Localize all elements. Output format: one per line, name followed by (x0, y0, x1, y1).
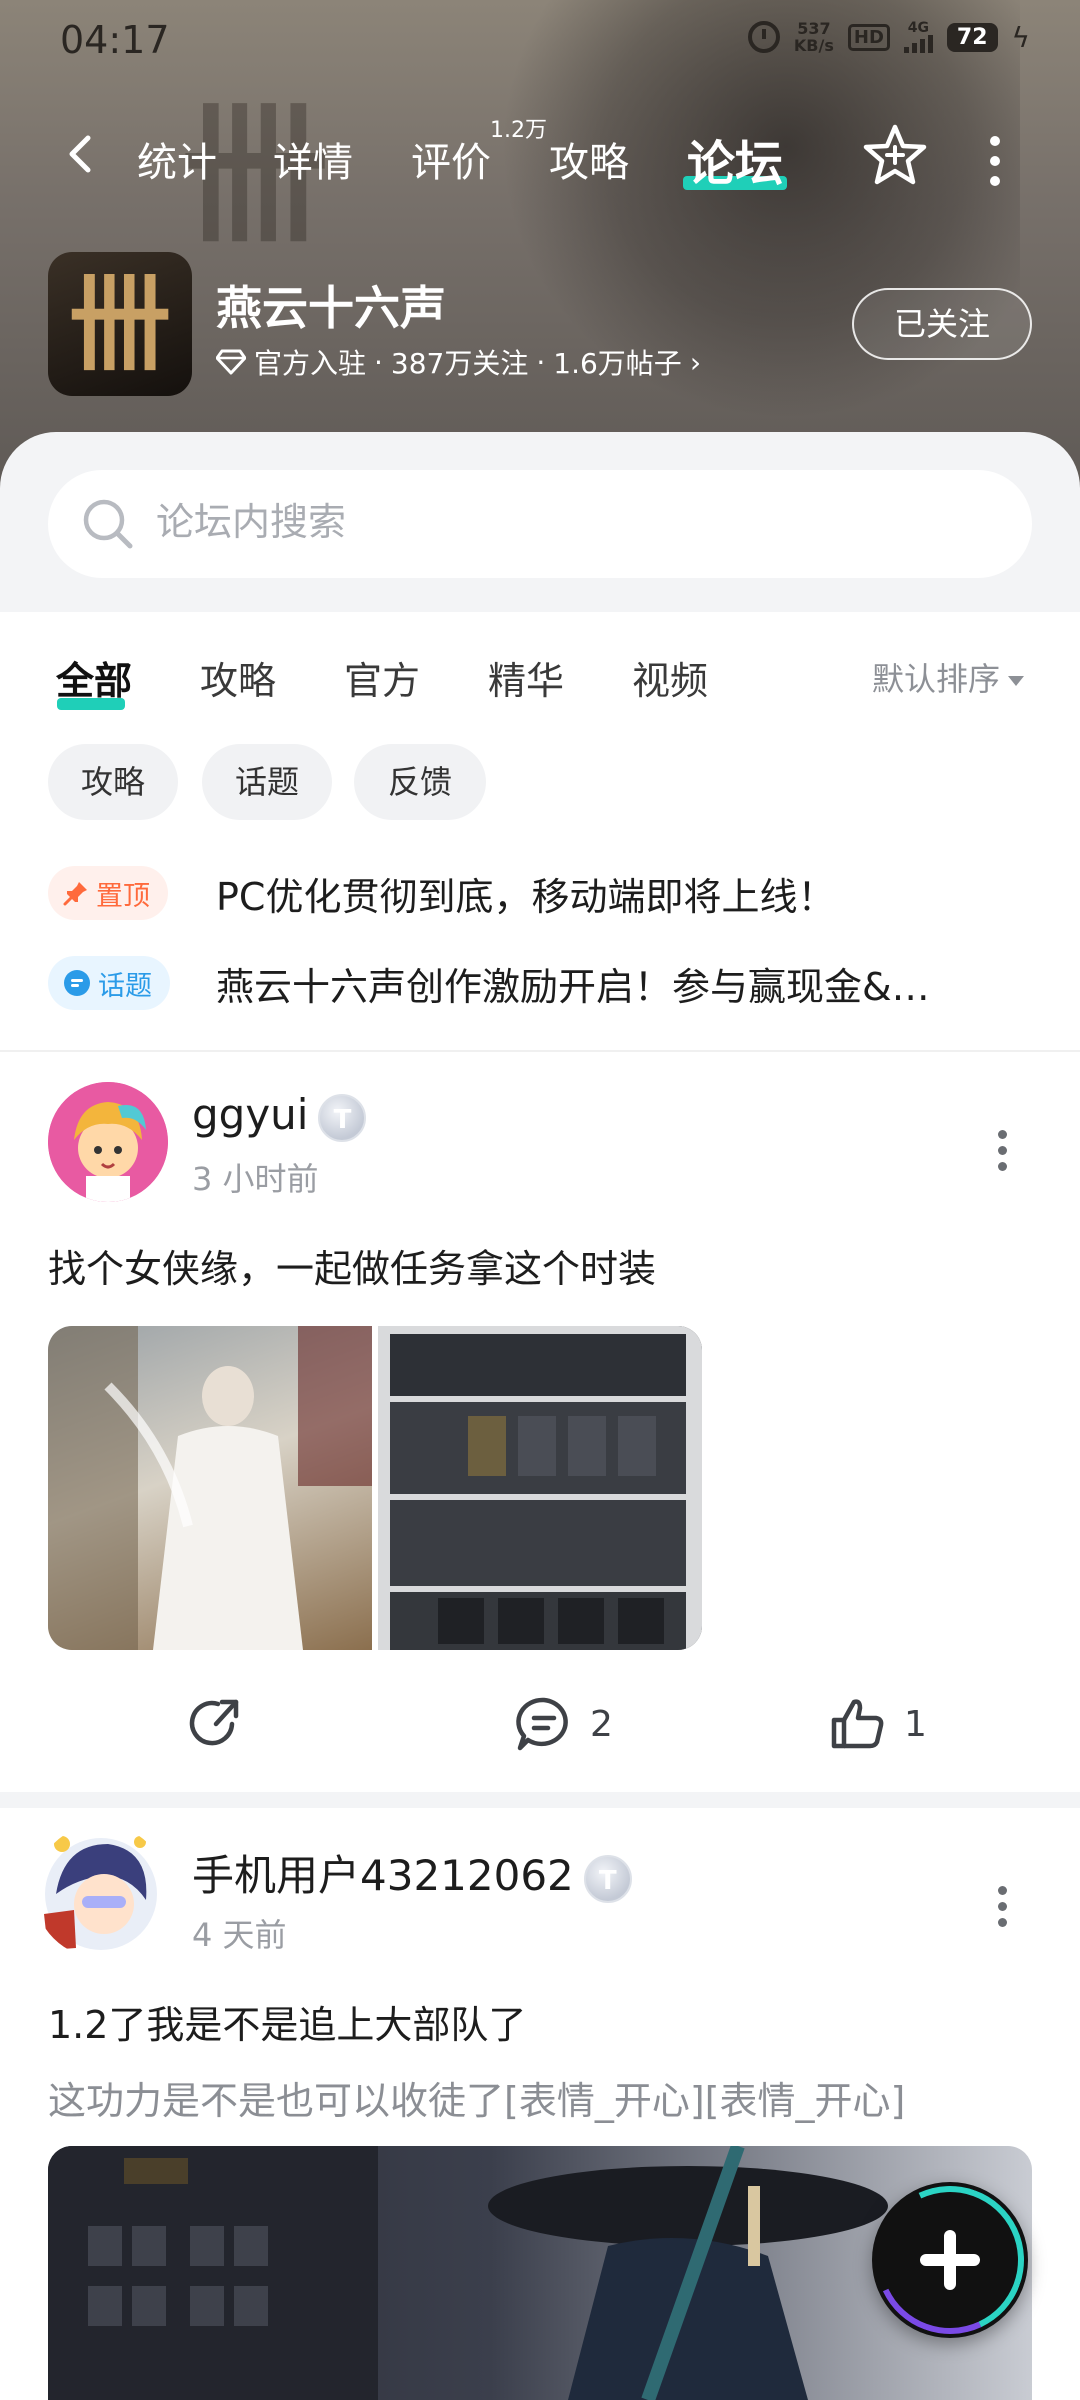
pin-icon (63, 882, 87, 906)
search-panel (0, 432, 1080, 612)
post-card[interactable]: ggyui T 3 小时前 找个女侠缘，一起做任务拿这个时装 2 1 (0, 1052, 1080, 1804)
comment-button[interactable]: 2 (514, 1694, 613, 1754)
charging-icon: ϟ (1011, 20, 1030, 54)
reviews-count-badge: 1.2万 (490, 118, 547, 143)
post-separator (0, 1792, 1080, 1808)
author-name[interactable]: 手机用户43212062 T (192, 1842, 632, 1903)
chevron-right-icon: › (689, 345, 702, 379)
topic-bubble-icon (64, 970, 90, 996)
post-more-icon[interactable] (996, 1886, 1008, 1934)
category-tab-videos[interactable]: 视频 (632, 650, 708, 705)
topic-badge: 话题 (48, 956, 170, 1010)
more-options-icon[interactable] (987, 136, 1003, 186)
status-time: 04:17 (60, 18, 170, 62)
like-button[interactable]: 1 (828, 1694, 927, 1754)
back-arrow-icon[interactable] (60, 134, 100, 174)
game-header: 卌 04:17 537 KB/s HD 4G 72 ϟ 统计 详情 评价 1.2… (0, 0, 1080, 500)
post-more-icon[interactable] (996, 1130, 1008, 1178)
author-name[interactable]: ggyui T (192, 1090, 367, 1142)
hd-icon: HD (847, 23, 890, 51)
post-image-costume[interactable] (48, 1326, 372, 1650)
pinned-title[interactable]: PC优化贯彻到底，移动端即将上线！ (216, 866, 1036, 921)
category-tab-featured[interactable]: 精华 (488, 650, 564, 705)
category-tab-official[interactable]: 官方 (344, 650, 420, 705)
game-title: 燕云十六声 (216, 281, 446, 335)
sort-dropdown[interactable]: 默认排序 (872, 654, 1025, 700)
game-logo[interactable]: 卌 (48, 252, 192, 396)
share-button[interactable] (188, 1694, 248, 1754)
top-nav: 统计 详情 评价 1.2万 攻略 论坛 (0, 110, 1080, 200)
tab-details[interactable]: 详情 (273, 130, 353, 188)
level-badge-icon: T (318, 1093, 367, 1142)
category-tab-guides[interactable]: 攻略 (200, 650, 276, 705)
tab-stats[interactable]: 统计 (137, 130, 217, 188)
status-icons: 537 KB/s HD 4G 72 ϟ (747, 19, 1030, 55)
search-box[interactable] (48, 470, 1032, 578)
status-bar: 04:17 537 KB/s HD 4G 72 ϟ (0, 0, 1080, 80)
avatar-image (44, 1836, 157, 1950)
post-title[interactable]: 找个女侠缘，一起做任务拿这个时装 (48, 1238, 656, 1293)
follower-count: 387万关注 (390, 347, 529, 380)
comment-count: 2 (590, 1703, 613, 1745)
battery-icon: 72 (946, 22, 998, 52)
post-count: 1.6万帖子 (553, 347, 682, 380)
tab-guides[interactable]: 攻略 (549, 130, 629, 188)
share-icon (189, 1699, 239, 1746)
search-input[interactable] (156, 500, 976, 544)
comment-icon (516, 1697, 568, 1751)
post-title[interactable]: 1.2了我是不是追上大部队了 (48, 1994, 526, 2049)
post-time: 4 天前 (192, 1916, 287, 1954)
category-tabs: 全部 攻略 官方 精华 视频 默认排序 (0, 612, 1080, 732)
game-stats[interactable]: 官方入驻 · 387万关注 · 1.6万帖子 › (216, 342, 701, 382)
network-speed: 537 KB/s (793, 19, 834, 55)
pinned-post[interactable]: 置顶 PC优化贯彻到底，移动端即将上线！ (0, 852, 1080, 932)
search-icon (83, 499, 133, 549)
post-time: 3 小时前 (192, 1160, 319, 1198)
alarm-icon (747, 21, 780, 53)
verified-label: 官方入驻 (254, 347, 367, 380)
chip-topics[interactable]: 话题 (202, 744, 332, 820)
avatar[interactable] (34, 1824, 168, 1958)
thumbs-up-icon (831, 1699, 884, 1749)
signal-icon: 4G (903, 21, 933, 53)
avatar[interactable] (48, 1082, 168, 1202)
favorite-star-icon[interactable] (862, 122, 928, 188)
create-post-button[interactable] (855, 2165, 1045, 2355)
chip-feedback[interactable]: 反馈 (354, 744, 486, 820)
category-tab-all[interactable]: 全部 (56, 650, 132, 705)
game-info: 卌 燕云十六声 官方入驻 · 387万关注 · 1.6万帖子 › 已关注 (0, 250, 1080, 400)
caret-down-icon (1008, 676, 1025, 686)
topic-title[interactable]: 燕云十六声创作激励开启！参与赢现金&… (216, 956, 1036, 1011)
post-image-skills[interactable] (378, 1326, 702, 1650)
chip-guides[interactable]: 攻略 (48, 744, 178, 820)
tab-reviews[interactable]: 评价 (411, 130, 491, 188)
follow-button[interactable]: 已关注 (852, 288, 1032, 360)
level-badge-icon: T (583, 1854, 632, 1903)
pinned-badge: 置顶 (48, 866, 168, 920)
avatar-image (48, 1082, 168, 1202)
like-count: 1 (904, 1703, 927, 1745)
pinned-topic[interactable]: 话题 燕云十六声创作激励开启！参与赢现金&… (0, 942, 1080, 1022)
verified-diamond-icon (216, 349, 246, 375)
post-body[interactable]: 这功力是不是也可以收徒了[表情_开心][表情_开心] (48, 2070, 905, 2125)
tab-forum[interactable]: 论坛 (687, 124, 783, 194)
